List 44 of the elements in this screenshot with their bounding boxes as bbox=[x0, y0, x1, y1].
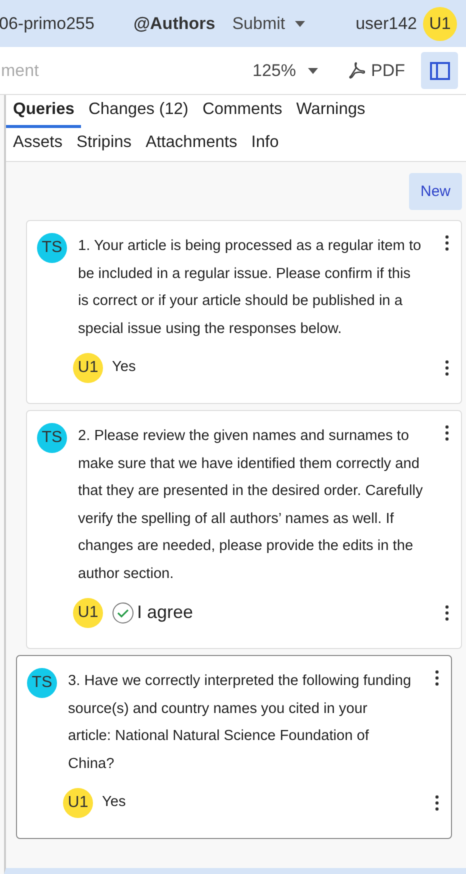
tab[interactable]: Info bbox=[244, 128, 286, 161]
submit-dropdown[interactable]: Submit bbox=[232, 14, 306, 34]
author-avatar: TS bbox=[37, 233, 67, 263]
query-text: 2. Please review the given names and surnames to make sure that we have identified them correctly and that they are presented in the desired order. Carefully verify the spelling of all authors’ names as well. If changes are needed, please provide the edits in the author section. bbox=[78, 427, 424, 584]
query-text: 1. Your article is being processed as a regular item to be included in a regular issue. Please confirm if this is correct or if your article should be published in a special issue using the responses below. bbox=[78, 237, 422, 338]
reply-text: I agree bbox=[137, 601, 194, 624]
user-name: user142 bbox=[356, 14, 417, 34]
reply-text: Yes bbox=[112, 358, 136, 378]
tab[interactable]: Warnings bbox=[289, 95, 372, 128]
panel-toggle-button[interactable] bbox=[421, 52, 458, 89]
acrobat-icon bbox=[348, 62, 365, 79]
more-options-icon[interactable] bbox=[445, 423, 449, 443]
tab[interactable]: Comments bbox=[195, 95, 290, 128]
document-title: 06-primo255 bbox=[0, 14, 94, 34]
user-avatar: U1 bbox=[73, 353, 103, 383]
more-options-icon[interactable] bbox=[445, 233, 449, 253]
query-card[interactable]: TS 3. Have we correctly interpreted the following funding source(s) and country names you cited in your article: National Natural Science Foundation of China? U1 Yes bbox=[16, 655, 452, 839]
user-avatar: U1 bbox=[73, 598, 103, 628]
more-options-icon[interactable] bbox=[445, 358, 449, 378]
more-options-icon[interactable] bbox=[435, 793, 439, 813]
check-circle-icon bbox=[112, 602, 134, 624]
search-field[interactable]: ment bbox=[1, 60, 111, 80]
tab[interactable]: Attachments bbox=[138, 128, 244, 161]
caret-icon bbox=[308, 68, 318, 74]
tab[interactable]: Queries bbox=[6, 95, 82, 128]
reply-text: Yes bbox=[102, 793, 126, 812]
tab[interactable]: Changes (12) bbox=[81, 95, 196, 128]
user-avatar: U1 bbox=[63, 788, 93, 818]
tab[interactable]: Assets bbox=[6, 128, 70, 161]
tab[interactable]: Stripins bbox=[70, 128, 139, 161]
group-label: @Authors bbox=[133, 14, 216, 34]
new-button[interactable]: New bbox=[409, 173, 462, 210]
pdf-button[interactable]: PDF bbox=[348, 60, 405, 80]
author-avatar: TS bbox=[37, 423, 67, 453]
caret-icon bbox=[295, 20, 306, 26]
query-card[interactable] bbox=[26, 410, 462, 649]
query-text: 3. Have we correctly interpreted the following funding source(s) and country names you cited in your article: National Natural Science Foundation of China? bbox=[68, 672, 412, 774]
user-avatar[interactable]: U1 bbox=[423, 6, 457, 40]
zoom-dropdown[interactable]: 125% bbox=[252, 60, 318, 80]
more-options-icon[interactable] bbox=[435, 668, 439, 688]
sidebar-icon bbox=[430, 62, 450, 80]
author-avatar: TS bbox=[27, 668, 57, 698]
query-card[interactable] bbox=[26, 220, 462, 404]
more-options-icon[interactable] bbox=[445, 603, 449, 623]
